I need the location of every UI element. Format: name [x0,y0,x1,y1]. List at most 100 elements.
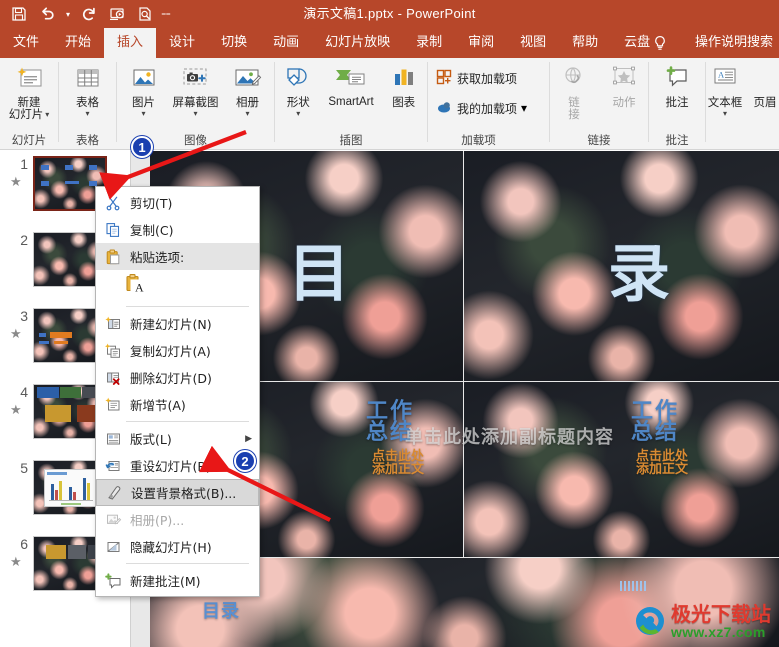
tell-me-search[interactable]: 操作说明搜索 [695,28,773,58]
menu-item-delete-slide[interactable]: 删除幻灯片(D) [96,364,259,391]
header-footer-icon [752,62,778,96]
animation-star-icon: ★ [10,402,22,417]
chevron-down-icon[interactable]: ▾ [245,110,249,118]
tab-insert[interactable]: 插入 [104,28,157,58]
redo-icon[interactable] [76,1,102,27]
menu-item-cut[interactable]: 剪切(T) [96,189,259,216]
header-footer-button[interactable]: 页眉 [748,62,779,109]
work-title-right: 工作 总结 [631,399,680,445]
table-icon [73,62,103,96]
contents-bottom-text: 目录 [202,601,240,622]
get-addins-button[interactable]: 获取加载项 [434,67,519,89]
group-label-slides: 幻灯片 [11,133,47,147]
pictures-label: 图片 [132,95,155,109]
watermark-url: www.xz7.com [671,624,766,640]
menu-item-layout[interactable]: 版式(L) ▶ [96,425,259,452]
shapes-label: 形状 [286,95,310,109]
photo-album-icon [232,62,264,96]
tab-animations[interactable]: 动画 [260,28,312,58]
ribbon: 新建 幻灯片 ▾ 幻灯片 表格 ▾ 表格 图片 ▾ 屏幕截图 ▾ 相册 ▾ 图像… [0,58,779,150]
menu-separator [126,306,249,307]
menu-item-new-section[interactable]: 新增节(A) [96,391,259,418]
chevron-down-icon[interactable]: ▾ [141,110,145,118]
group-label-comments: 批注 [665,133,689,147]
new-comment-button[interactable]: 批注 [655,62,699,109]
chevron-down-icon[interactable]: ▾ [521,101,527,115]
tab-transitions[interactable]: 切换 [208,28,260,58]
slide-context-menu[interactable]: 剪切(T) 复制(C) 粘贴选项: A 新建幻灯片(N) 复制幻灯片(A) 删除… [95,186,260,597]
subtitle-placeholder[interactable]: 单击此处添加副标题内容 [405,423,614,449]
link-button[interactable]: 链 接 [552,62,596,120]
slide-tile-mid-right: 工作 总结 点击此处 添加正文 [464,382,779,557]
delete-slide-icon [100,366,126,390]
tab-review[interactable]: 审阅 [455,28,507,58]
tab-slideshow[interactable]: 幻灯片放映 [312,28,403,58]
title-bar: 演示文稿1.pptx - PowerPoint ▾ ⩵ [0,0,779,28]
menu-item-new-comment[interactable]: 新建批注(M) [96,567,259,594]
ribbon-group-text: A 文本框 ▾ 页眉 [706,58,779,150]
tab-help[interactable]: 帮助 [559,28,611,58]
undo-icon[interactable] [34,1,60,27]
customize-qat-icon[interactable]: ⩵ [160,1,172,27]
slide-tile-top-right: 录 [464,151,779,381]
paste-keep-text-icon[interactable]: A [124,272,150,301]
menu-item-label: 隐藏幻灯片(H) [130,540,212,555]
menu-item-label: 设置背景格式(B)... [131,486,237,501]
action-button[interactable]: 动作 [602,62,646,109]
ribbon-group-illustrations: 形状 ▾ SmartArt 图表 插图 [275,58,427,150]
chevron-down-icon[interactable]: ▾ [723,110,727,118]
slide-number: 4 [20,384,28,400]
chart-button[interactable]: 图表 [382,62,426,109]
copy-icon [100,218,126,242]
menu-item-format-background[interactable]: 设置背景格式(B)... [96,479,259,506]
text-box-button[interactable]: A 文本框 ▾ [703,62,747,118]
pictures-button[interactable]: 图片 ▾ [122,62,166,118]
store-icon [436,69,452,88]
menu-item-duplicate-slide[interactable]: 复制幻灯片(A) [96,337,259,364]
menu-item-hide-slide[interactable]: 隐藏幻灯片(H) [96,533,259,560]
ribbon-group-tables: 表格 ▾ 表格 [59,58,116,150]
paste-icon [100,245,126,269]
menu-item-label: 相册(P)... [130,513,185,528]
photo-album-label: 相册 [236,95,259,109]
animation-star-icon: ★ [10,554,22,569]
chevron-down-icon[interactable]: ▾ [193,110,197,118]
lightbulb-icon[interactable] [649,28,671,58]
screenshot-button[interactable]: 屏幕截图 ▾ [169,62,223,118]
quick-access-toolbar: ▾ ⩵ [6,0,172,28]
photo-album-button[interactable]: 相册 ▾ [226,62,270,118]
new-slide-small-icon [100,312,126,336]
text-box-icon: A [710,62,740,96]
svg-text:A: A [135,281,144,295]
chevron-down-icon[interactable]: ▾ [85,110,89,118]
start-slideshow-icon[interactable] [104,1,130,27]
undo-dropdown-icon[interactable]: ▾ [62,1,74,27]
tab-home[interactable]: 开始 [52,28,104,58]
my-addins-button[interactable]: 我的加载项 ▾ [434,97,529,119]
action-icon [609,62,639,96]
chevron-down-icon[interactable]: ▾ [45,110,49,119]
print-preview-icon[interactable] [132,1,158,27]
tab-view[interactable]: 视图 [507,28,559,58]
new-slide-button[interactable]: 新建 幻灯片 ▾ [5,62,54,120]
cut-icon [100,191,126,215]
tab-recording[interactable]: 录制 [403,28,455,58]
smartart-button[interactable]: SmartArt [324,62,377,109]
menu-item-label: 复制(C) [130,223,174,238]
chevron-down-icon[interactable]: ▾ [296,110,300,118]
new-comment-small-icon [100,569,126,593]
tab-file[interactable]: 文件 [0,28,52,58]
new-comment-label: 批注 [665,95,689,109]
ribbon-group-links: 链 接 动作 链接 [550,58,648,150]
save-icon[interactable] [6,1,32,27]
menu-item-copy[interactable]: 复制(C) [96,216,259,243]
paste-options-gallery[interactable]: A [96,270,259,303]
menu-item-label: 新增节(A) [130,398,186,413]
table-button[interactable]: 表格 ▾ [66,62,110,118]
slide-number: 6 [20,536,28,552]
menu-item-label: 复制幻灯片(A) [130,344,211,359]
menu-item-new-slide[interactable]: 新建幻灯片(N) [96,310,259,337]
menu-item-label: 删除幻灯片(D) [130,371,212,386]
shapes-button[interactable]: 形状 ▾ [276,62,320,118]
tab-design[interactable]: 设计 [156,28,208,58]
